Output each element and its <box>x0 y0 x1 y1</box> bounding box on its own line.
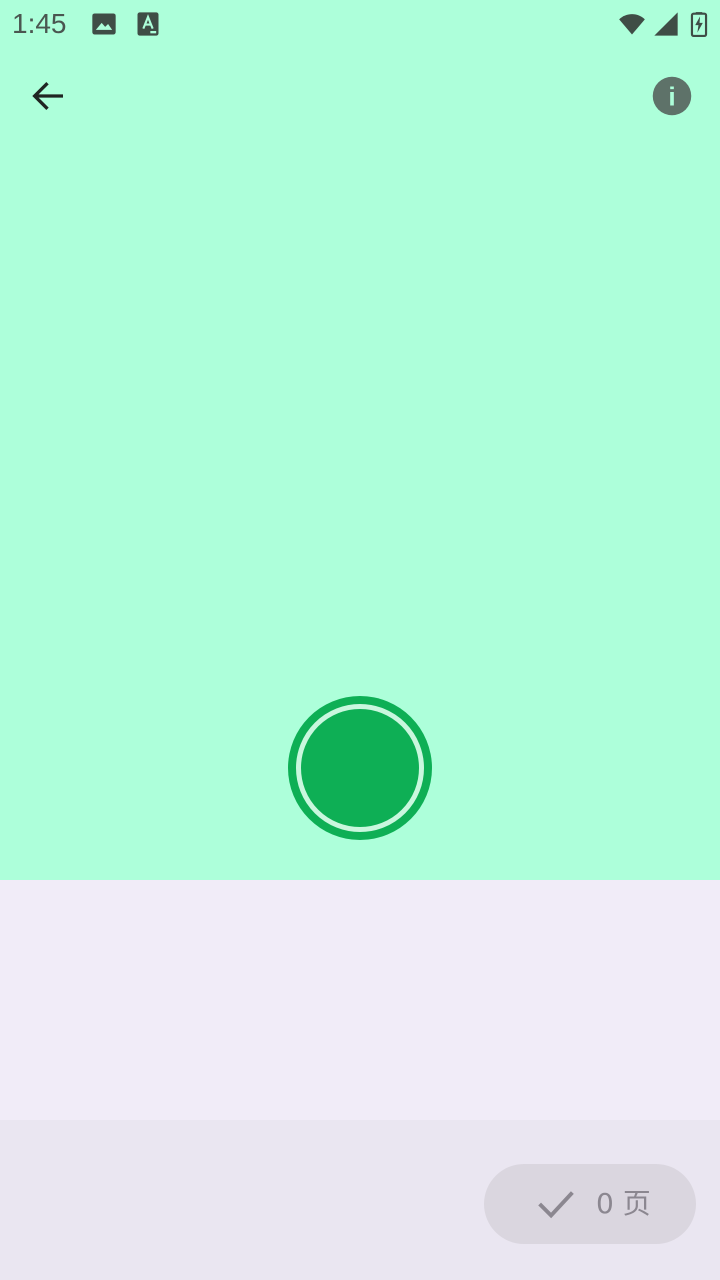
done-button[interactable]: 0 页 <box>484 1164 696 1244</box>
top-bar: i <box>0 56 720 136</box>
bottom-bar: 0 页 <box>0 1120 720 1280</box>
camera-preview[interactable]: 1:45 i <box>0 0 720 880</box>
info-glyph: i <box>668 82 675 112</box>
cell-signal-icon <box>654 12 678 36</box>
page-count-label: 0 页 <box>596 1187 651 1220</box>
arrow-left-icon <box>32 81 63 111</box>
shutter-button[interactable] <box>288 696 432 840</box>
info-button[interactable]: i <box>640 64 704 128</box>
battery-charging-icon <box>690 12 708 37</box>
check-icon <box>538 1191 574 1219</box>
status-time: 1:45 <box>12 8 67 39</box>
thumbnail-strip <box>0 880 720 1120</box>
font-notification-icon <box>137 12 159 36</box>
info-icon: i <box>652 76 692 116</box>
wifi-icon <box>619 14 645 35</box>
shutter-icon <box>296 704 424 832</box>
status-bar: 1:45 <box>0 0 720 48</box>
back-button[interactable] <box>16 64 80 128</box>
image-notification-icon <box>92 13 116 35</box>
